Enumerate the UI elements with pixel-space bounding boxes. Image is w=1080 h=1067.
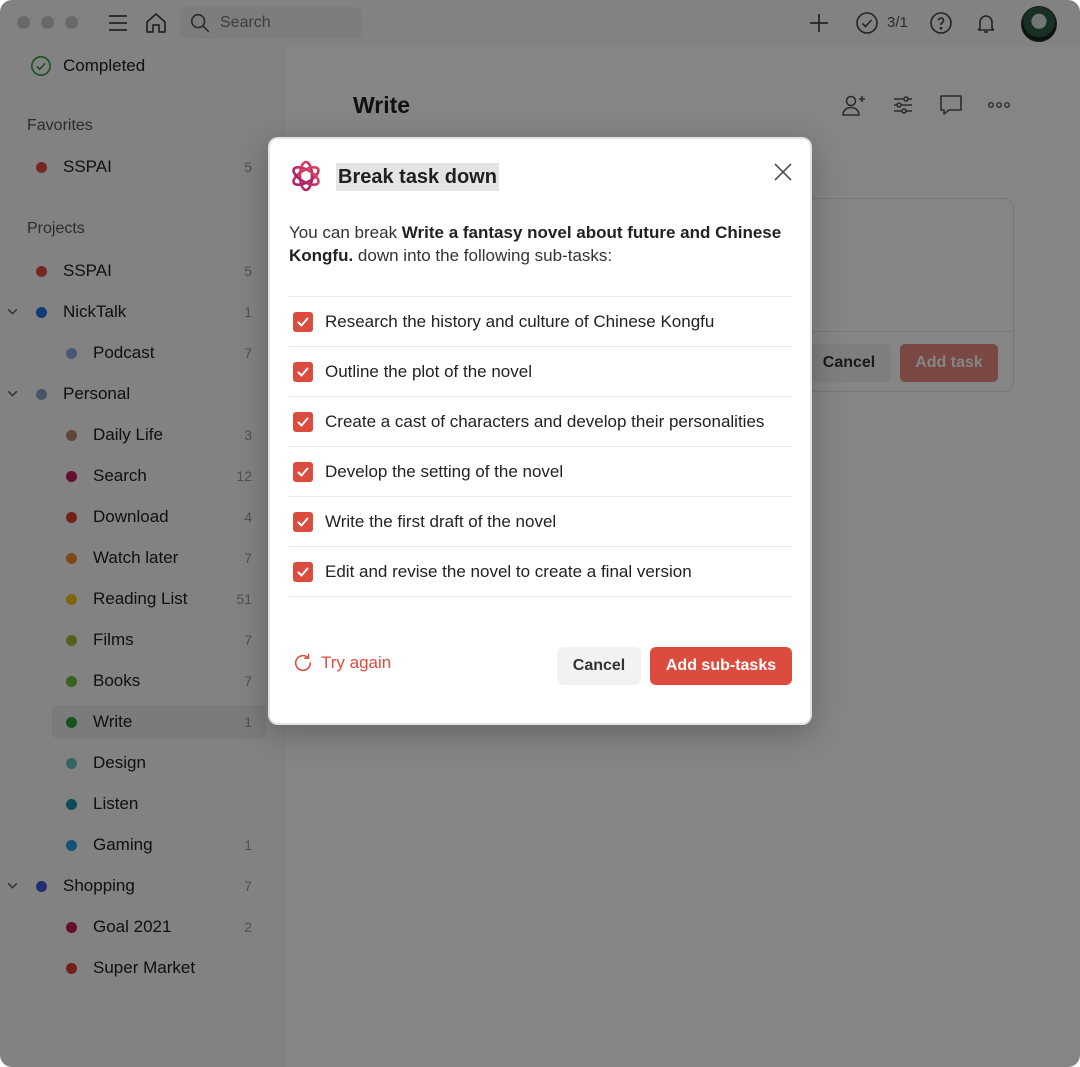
desc-suffix: down into the following sub-tasks: (353, 246, 613, 265)
subtask-item[interactable]: Edit and revise the novel to create a fi… (289, 547, 792, 597)
subtask-item[interactable]: Outline the plot of the novel (289, 347, 792, 397)
dialog-title: Break task down (336, 163, 499, 191)
subtask-item[interactable]: Develop the setting of the novel (289, 447, 792, 497)
subtask-checkbox[interactable] (293, 361, 313, 382)
dialog-description: You can break Write a fantasy novel abou… (289, 221, 795, 267)
subtask-checkbox[interactable] (293, 561, 313, 582)
try-again-label: Try again (321, 653, 392, 672)
add-sub-tasks-button[interactable]: Add sub-tasks (650, 647, 792, 685)
subtask-item[interactable]: Write the first draft of the novel (289, 497, 792, 547)
subtask-text: Edit and revise the novel to create a fi… (325, 561, 692, 581)
desc-prefix: You can break (289, 223, 402, 242)
try-again-button[interactable]: Try again (292, 650, 391, 676)
subtask-text: Outline the plot of the novel (325, 361, 532, 381)
subtask-checkbox[interactable] (293, 411, 313, 432)
subtask-checkbox[interactable] (293, 511, 313, 532)
subtask-text: Create a cast of characters and develop … (325, 411, 765, 431)
subtask-text: Write the first draft of the novel (325, 511, 557, 531)
subtask-checkbox[interactable] (293, 311, 313, 332)
app-window: 3/1 Completed Favorites SSPAI5 Projects … (0, 0, 1080, 1067)
subtask-text: Research the history and culture of Chin… (325, 311, 715, 331)
subtask-item[interactable]: Research the history and culture of Chin… (289, 297, 792, 347)
subtask-list: Research the history and culture of Chin… (289, 296, 792, 597)
checkmark-icon (297, 417, 309, 426)
refresh-icon (294, 653, 312, 672)
subtask-checkbox[interactable] (293, 461, 313, 482)
checkmark-icon (297, 367, 309, 376)
subtask-text: Develop the setting of the novel (325, 461, 564, 481)
subtask-item[interactable]: Create a cast of characters and develop … (289, 397, 792, 447)
checkmark-icon (297, 567, 309, 576)
break-task-down-dialog: Break task down You can break Write a fa… (268, 137, 812, 725)
checkmark-icon (297, 317, 309, 326)
cancel-button[interactable]: Cancel (557, 647, 641, 685)
close-icon[interactable] (772, 161, 794, 183)
checkmark-icon (297, 467, 309, 476)
checkmark-icon (297, 517, 309, 526)
ai-assistant-logo-icon (292, 160, 320, 192)
